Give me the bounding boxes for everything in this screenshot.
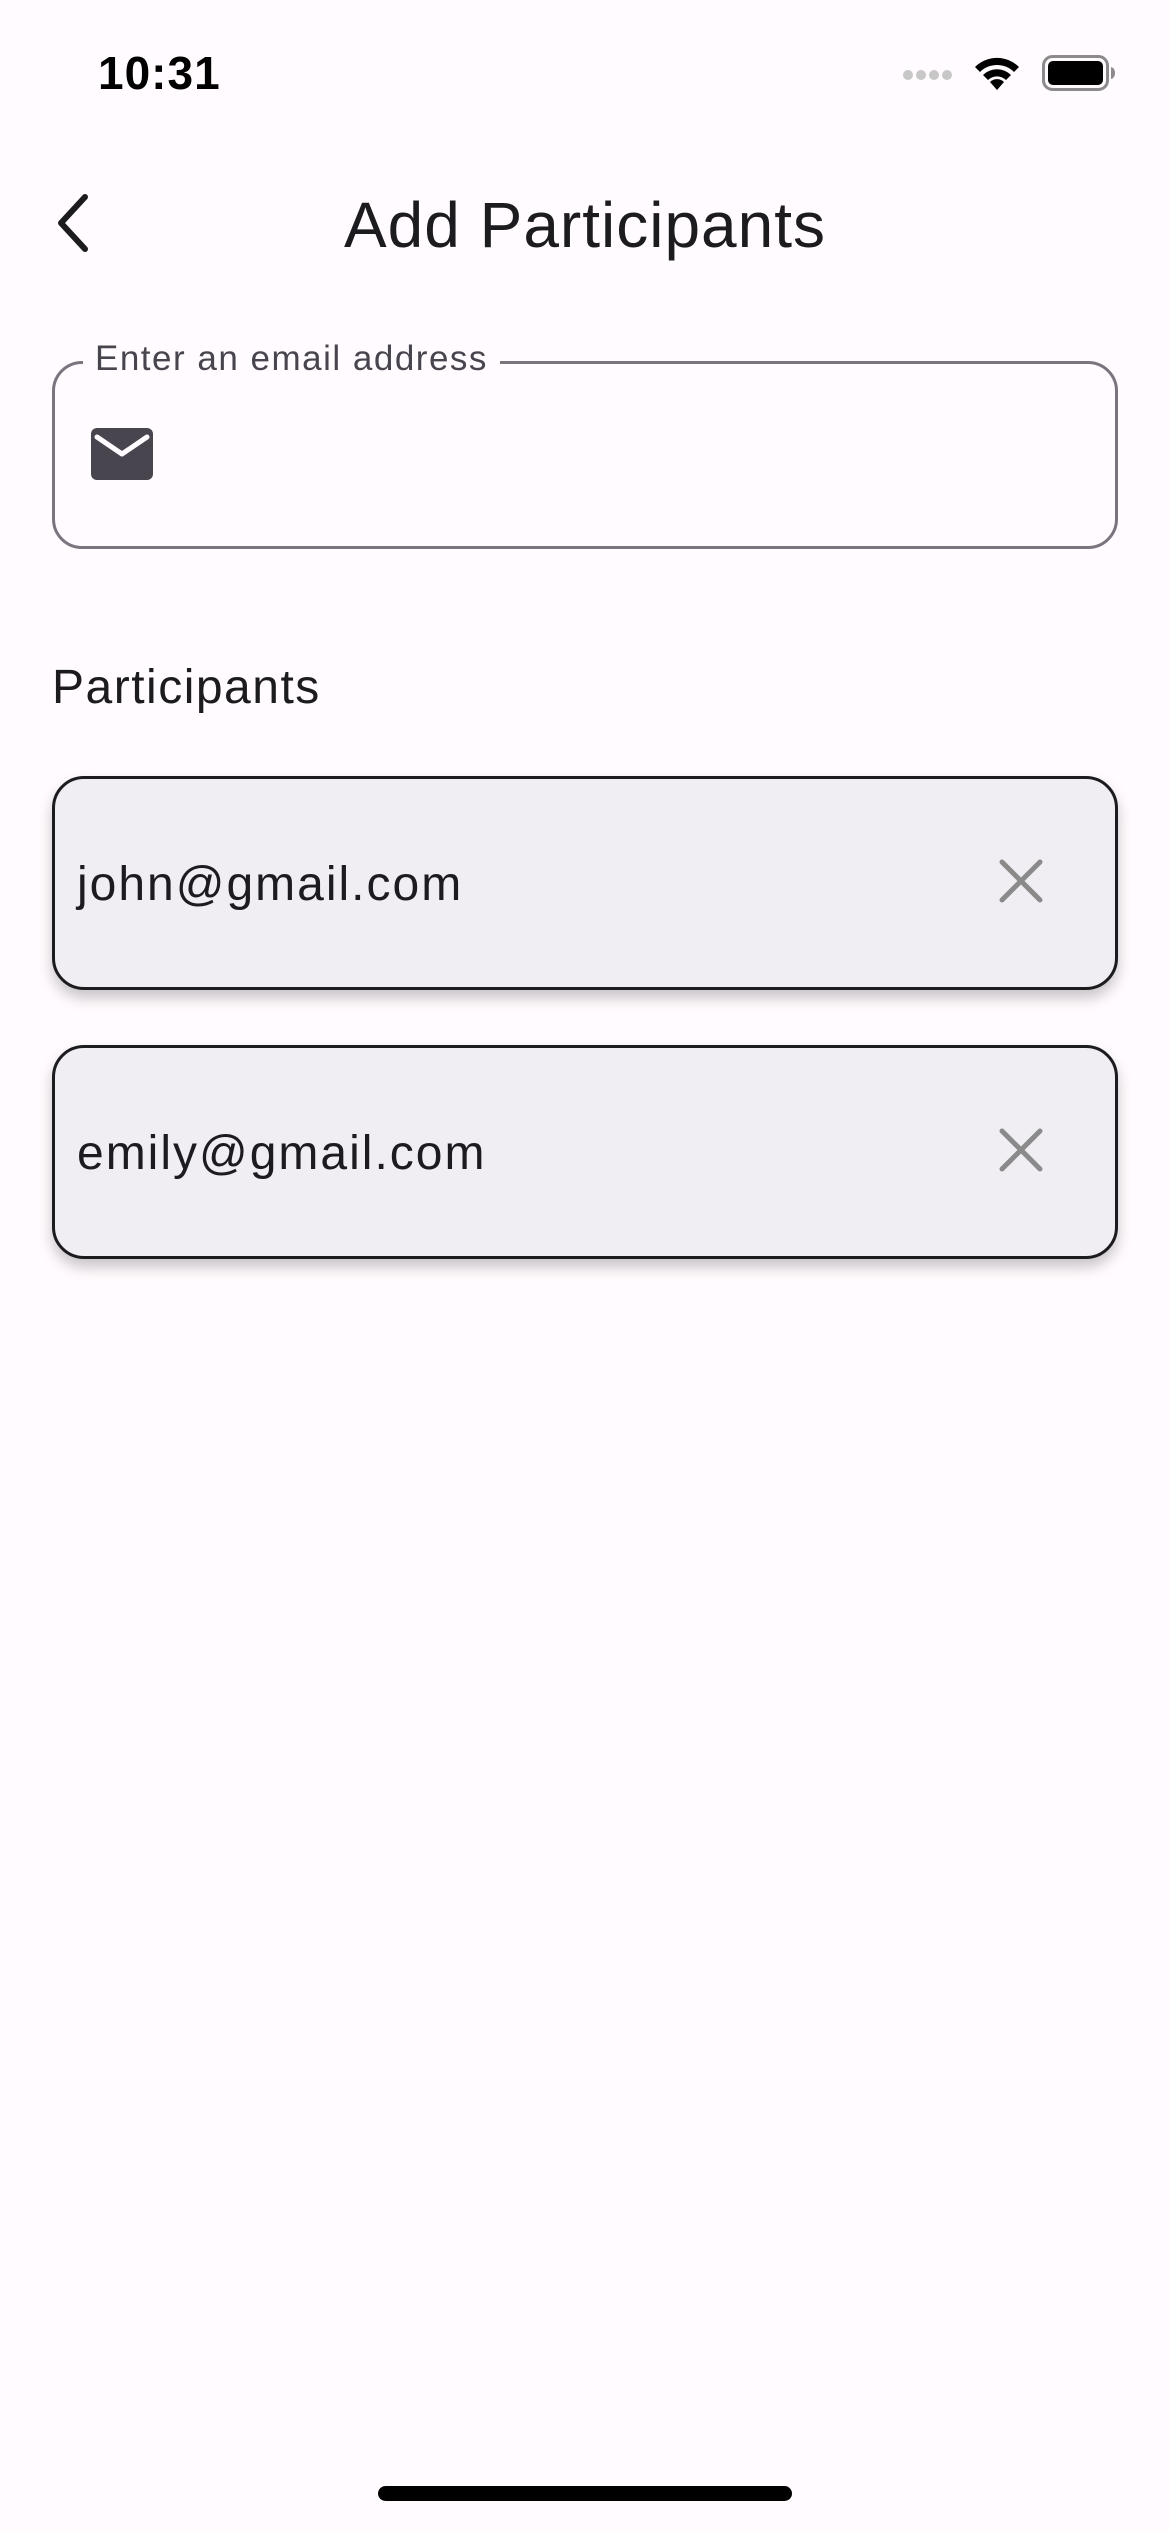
status-time: 10:31 [98, 47, 221, 99]
status-bar: 10:31 [0, 0, 1170, 150]
remove-participant-button[interactable] [971, 1102, 1071, 1202]
participant-card: emily@gmail.com [52, 1045, 1118, 1259]
email-field[interactable]: Enter an email address [52, 339, 1118, 549]
wifi-icon [972, 54, 1022, 92]
signal-icon [902, 65, 954, 81]
participant-email: john@gmail.com [77, 858, 464, 911]
app-bar: Add Participants [0, 160, 1170, 290]
page-title: Add Participants [343, 189, 827, 261]
home-indicator [378, 2486, 792, 2501]
email-field-label: Enter an email address [83, 339, 500, 379]
close-icon [998, 858, 1044, 909]
close-icon [998, 1127, 1044, 1178]
participants-heading: Participants [52, 661, 321, 714]
battery-icon [1042, 55, 1116, 91]
mail-icon [91, 428, 153, 485]
remove-participant-button[interactable] [971, 833, 1071, 933]
participant-email: emily@gmail.com [77, 1127, 487, 1180]
status-icons [902, 54, 1116, 92]
participant-card: john@gmail.com [52, 776, 1118, 990]
email-input[interactable] [185, 414, 1069, 502]
